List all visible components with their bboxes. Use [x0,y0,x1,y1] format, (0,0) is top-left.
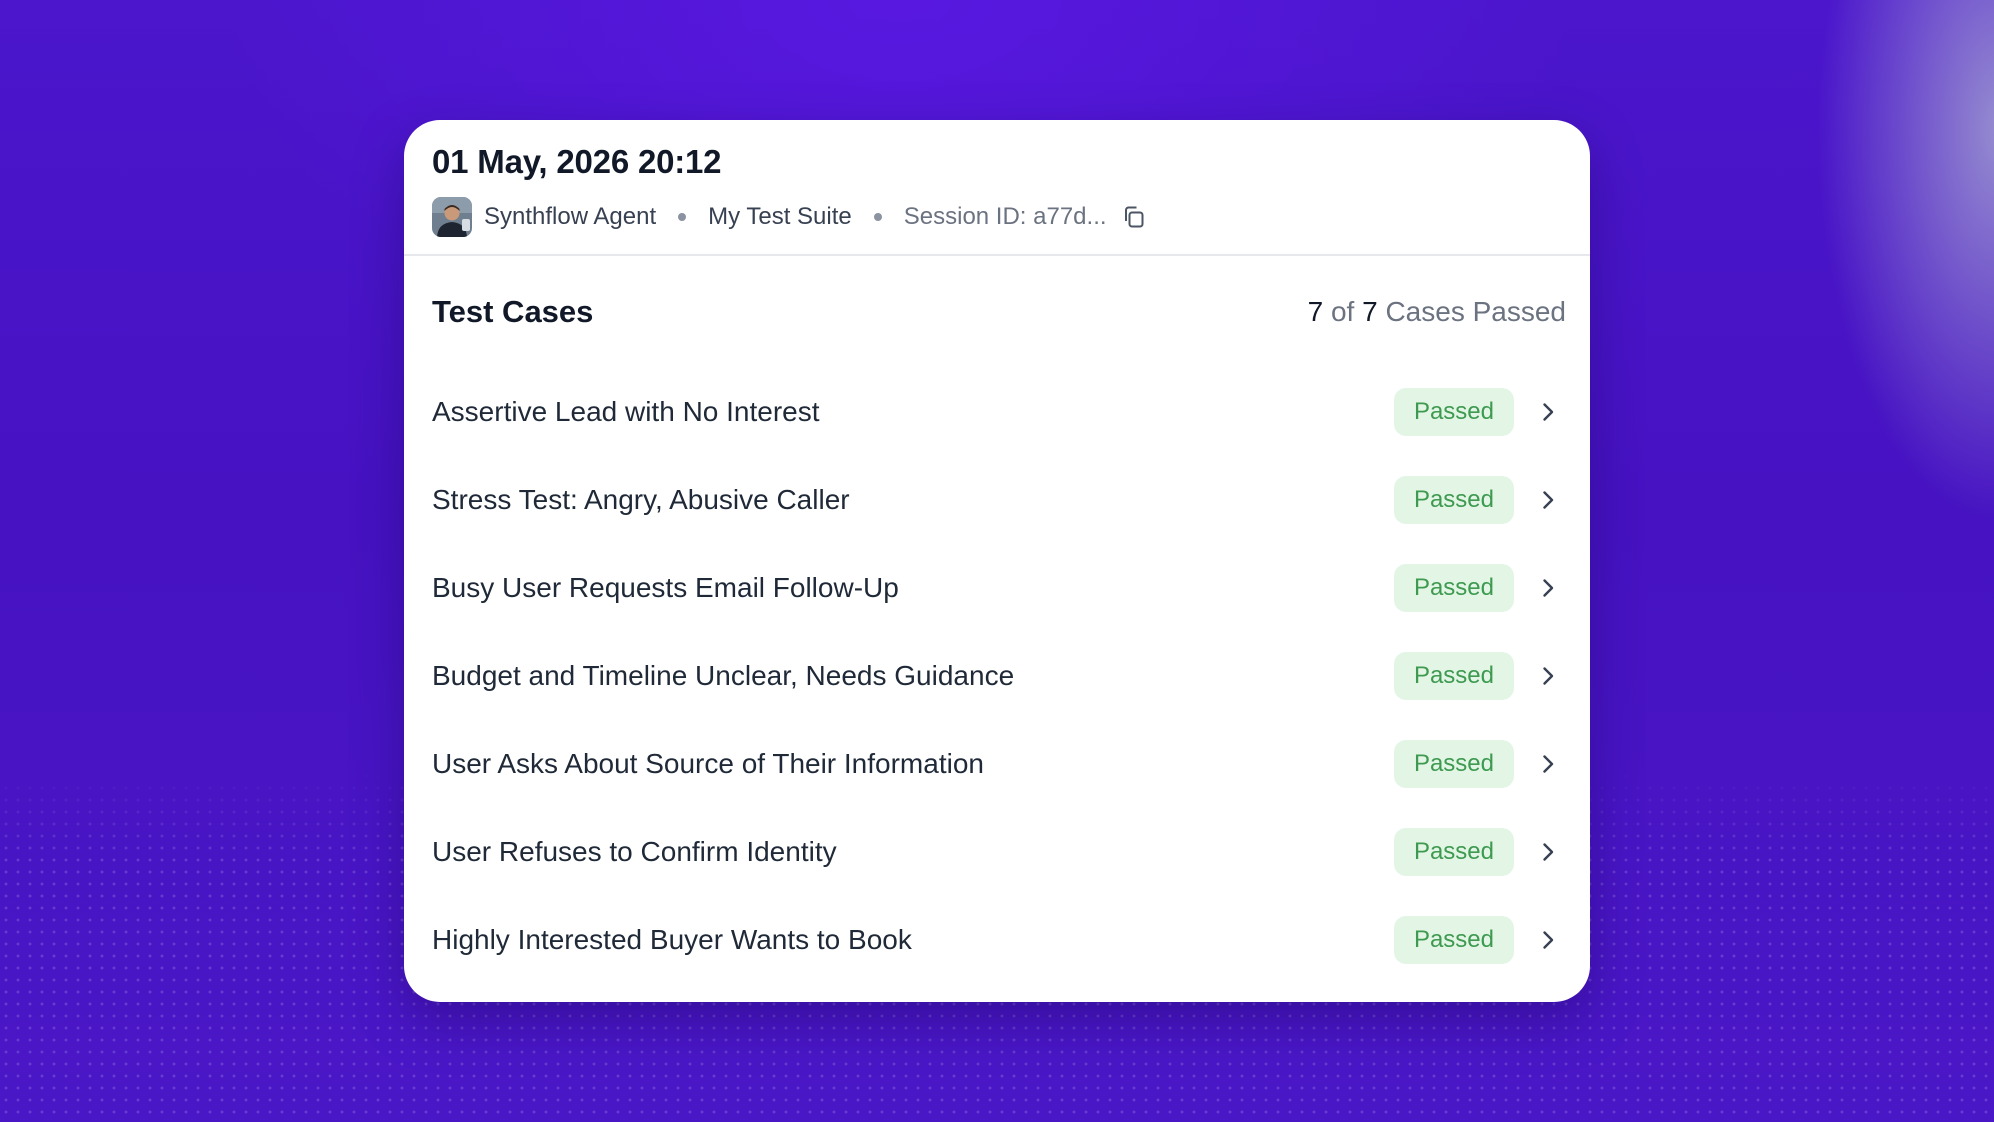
test-case-row[interactable]: Budget and Timeline Unclear, Needs Guida… [432,632,1562,720]
test-case-title: User Refuses to Confirm Identity [432,836,837,867]
test-case-row[interactable]: Busy User Requests Email Follow-Up Passe… [432,544,1562,632]
status-badge: Passed [1393,564,1514,612]
status-badge: Passed [1393,828,1514,876]
test-case-row[interactable]: User Asks About Source of Their Informat… [432,720,1562,808]
test-case-title: Busy User Requests Email Follow-Up [432,572,899,603]
passed-count: 7 [1307,296,1324,327]
test-case-row[interactable]: Stress Test: Angry, Abusive Caller Passe… [432,456,1562,544]
agent-name: Synthflow Agent [484,203,657,230]
status-badge: Passed [1393,388,1514,436]
test-case-title: Stress Test: Angry, Abusive Caller [432,484,850,515]
chevron-right-icon[interactable] [1534,574,1562,602]
section-title: Test Cases [432,294,594,329]
summary-of: of [1330,296,1355,327]
pass-summary: 7 of 7 Cases Passed [1308,296,1566,328]
chevron-right-icon[interactable] [1534,486,1562,514]
test-run-card: 01 May, 2026 20:12 Synthflow Agent My Te… [404,120,1590,1002]
separator-dot [873,213,882,221]
suite-name: My Test Suite [708,203,852,230]
test-case-row[interactable]: Highly Interested Buyer Wants to Book Pa… [432,896,1562,984]
copy-icon[interactable] [1121,204,1147,230]
test-case-title: Budget and Timeline Unclear, Needs Guida… [432,660,1015,691]
chevron-right-icon[interactable] [1534,398,1562,426]
test-case-list: Assertive Lead with No Interest Passed S… [404,368,1590,984]
chevron-right-icon[interactable] [1534,926,1562,954]
run-meta: Synthflow Agent My Test Suite Session ID… [432,196,1562,238]
separator-dot [678,213,687,221]
test-case-row[interactable]: Assertive Lead with No Interest Passed [432,368,1562,456]
test-case-title: Assertive Lead with No Interest [432,396,820,427]
status-badge: Passed [1393,476,1514,524]
chevron-right-icon[interactable] [1534,662,1562,690]
status-badge: Passed [1393,740,1514,788]
test-cases-header: Test Cases 7 of 7 Cases Passed [404,256,1590,368]
summary-label: Cases Passed [1385,296,1566,327]
test-case-title: Highly Interested Buyer Wants to Book [432,924,912,955]
avatar [432,197,472,237]
status-badge: Passed [1393,652,1514,700]
test-case-row[interactable]: User Refuses to Confirm Identity Passed [432,808,1562,896]
status-badge: Passed [1393,916,1514,964]
chevron-right-icon[interactable] [1534,750,1562,778]
run-date: 01 May, 2026 20:12 [432,143,722,180]
total-count: 7 [1362,296,1378,327]
test-case-title: User Asks About Source of Their Informat… [432,748,984,779]
session-id: Session ID: a77d... [903,203,1107,230]
card-header: 01 May, 2026 20:12 Synthflow Agent My Te… [404,120,1590,256]
chevron-right-icon[interactable] [1534,838,1562,866]
